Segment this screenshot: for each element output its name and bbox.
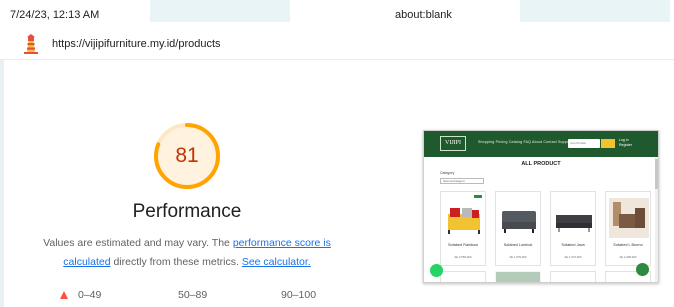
site-menu: Shopping Pricing Catalog FAQ About Conta… (478, 140, 572, 144)
product-price: Rp 1.679.000 (509, 255, 527, 259)
product-name: Sofabed Rainbow (448, 243, 478, 247)
scrollbar-thumb (655, 159, 658, 189)
product-price: Rp 2.328.000 (619, 255, 637, 259)
site-navbar: VIJIPI Shopping Pricing Catalog FAQ Abou… (424, 131, 658, 157)
site-search-input: Cari Produk (568, 139, 600, 148)
report-url-bar: https://vijipifurniture.my.id/products (0, 28, 674, 60)
print-header: 7/24/23, 12:13 AM about:blank (10, 9, 664, 23)
product-name: Sofabed Lombok (503, 243, 533, 247)
report-url[interactable]: https://vijipifurniture.my.id/products (52, 38, 221, 50)
product-image (502, 211, 536, 233)
product-price: Rp 1.374.000 (564, 255, 582, 259)
product-card: Sofabed L Bromo Rp 2.328.000 (605, 191, 651, 266)
whatsapp-icon (430, 264, 443, 277)
print-page-title: about:blank (395, 9, 452, 21)
product-image (448, 208, 480, 234)
product-card (550, 271, 596, 282)
product-name: Sofabed Java (561, 243, 585, 247)
performance-score: 81 (175, 144, 199, 167)
desc-text: directly from these metrics. (110, 256, 242, 268)
legend-fail: 0–49 (60, 289, 101, 301)
calculator-link[interactable]: See calculator. (242, 256, 311, 268)
product-image (609, 198, 649, 238)
legend-fail-label: 0–49 (78, 289, 102, 301)
site-category-label: Category (440, 171, 455, 175)
score-legend: 0–49 50–89 90–100 (0, 289, 374, 303)
site-logo: VIJIPI (440, 136, 466, 151)
legend-pass-label: 90–100 (281, 289, 317, 301)
performance-description: Values are estimated and may vary. The p… (22, 234, 352, 272)
product-card: Sofabed Rainbow Rp 2.650.000 (440, 191, 486, 266)
screenshot-scrollbar (655, 157, 658, 282)
legend-average: 50–89 (178, 289, 207, 301)
site-heading: ALL PRODUCT (521, 161, 561, 167)
site-auth: Log in Register (619, 138, 632, 148)
site-category-select: Semua Kategori (440, 178, 484, 184)
product-badge (474, 195, 482, 198)
product-image (556, 215, 592, 232)
print-datetime: 7/24/23, 12:13 AM (10, 9, 100, 21)
product-name: Sofabed L Bromo (613, 243, 643, 247)
desc-text: Values are estimated and may vary. The (43, 237, 233, 249)
final-screenshot[interactable]: VIJIPI Shopping Pricing Catalog FAQ Abou… (423, 130, 659, 283)
performance-gauge: 81 (152, 121, 222, 191)
product-card: Sofabed Lombok Rp 1.679.000 (495, 191, 541, 266)
product-price: Rp 2.650.000 (454, 255, 472, 259)
legend-pass: 90–100 (281, 289, 316, 301)
product-grid: Sofabed Rainbow Rp 2.650.000 Sofabed Lom… (440, 191, 652, 266)
legend-average-label: 50–89 (178, 289, 208, 301)
product-grid-row-2 (440, 271, 652, 282)
lighthouse-icon (24, 34, 38, 54)
product-card (495, 271, 541, 282)
product-card (440, 271, 486, 282)
fail-triangle-icon (60, 291, 68, 299)
performance-title: Performance (132, 201, 242, 222)
left-decoration (0, 60, 4, 307)
product-card: Sofabed Java Rp 1.374.000 (550, 191, 596, 266)
site-search-button (601, 139, 615, 148)
site-register: Register (619, 143, 633, 147)
chat-icon (636, 263, 649, 276)
